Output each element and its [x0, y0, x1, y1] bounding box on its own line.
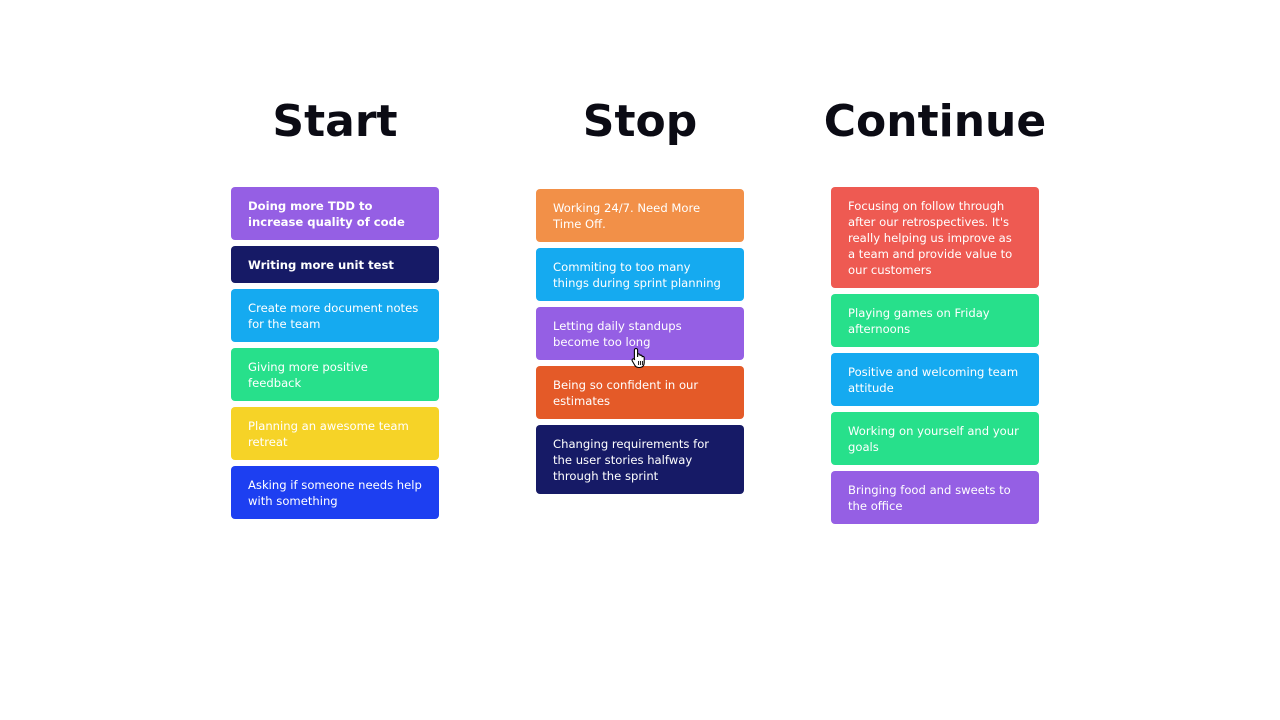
card-list-start: Doing more TDD to increase quality of co…	[231, 187, 439, 525]
card[interactable]: Focusing on follow through after our ret…	[831, 187, 1039, 288]
card[interactable]: Working on yourself and your goals	[831, 412, 1039, 465]
card[interactable]: Planning an awesome team retreat	[231, 407, 439, 460]
card[interactable]: Writing more unit test	[231, 246, 439, 283]
card[interactable]: Playing games on Friday afternoons	[831, 294, 1039, 347]
card-list-stop: Working 24/7. Need More Time Off. Commiti…	[536, 189, 744, 500]
card-list-continue: Focusing on follow through after our ret…	[831, 187, 1039, 530]
card[interactable]: Giving more positive feedback	[231, 348, 439, 401]
card[interactable]: Doing more TDD to increase quality of co…	[231, 187, 439, 240]
card[interactable]: Positive and welcoming team attitude	[831, 353, 1039, 406]
card[interactable]: Asking if someone needs help with someth…	[231, 466, 439, 519]
column-title-continue: Continue	[823, 96, 1047, 147]
card[interactable]: Being so confident in our estimates	[536, 366, 744, 419]
card[interactable]: Changing requirements for the user stori…	[536, 425, 744, 494]
card[interactable]: Working 24/7. Need More Time Off.	[536, 189, 744, 242]
card[interactable]: Create more document notes for the team	[231, 289, 439, 342]
card[interactable]: Commiting to too many things during spri…	[536, 248, 744, 301]
hand-pointer-icon	[631, 347, 645, 369]
card[interactable]: Bringing food and sweets to the office	[831, 471, 1039, 524]
